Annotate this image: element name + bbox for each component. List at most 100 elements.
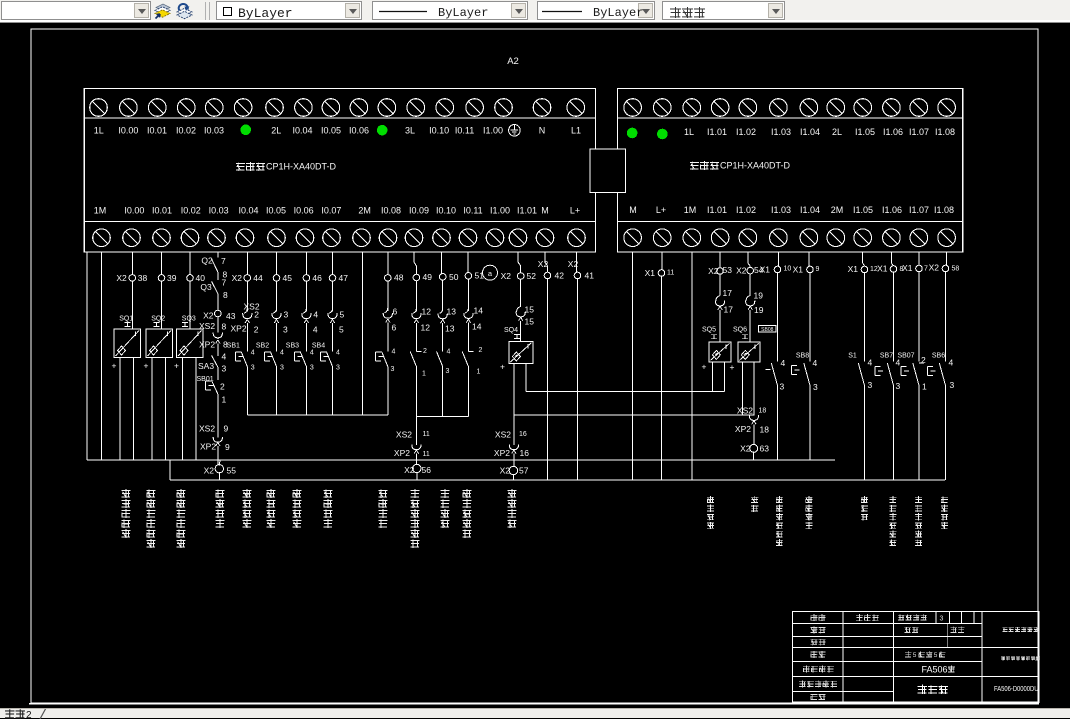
svg-text:I0.04: I0.04 xyxy=(292,126,312,136)
svg-text:19: 19 xyxy=(754,291,764,301)
svg-text:4: 4 xyxy=(313,310,318,320)
svg-text:12: 12 xyxy=(422,307,432,317)
svg-text:X1: X1 xyxy=(645,268,656,278)
svg-text:8: 8 xyxy=(222,322,227,332)
svg-text:I0.01: I0.01 xyxy=(147,126,167,136)
svg-text:2: 2 xyxy=(220,382,225,392)
svg-text:XS2: XS2 xyxy=(737,406,753,416)
svg-text:1L: 1L xyxy=(94,126,104,136)
svg-text:SQ4: SQ4 xyxy=(504,327,518,334)
svg-text:2: 2 xyxy=(254,325,259,335)
svg-text:6: 6 xyxy=(392,323,397,333)
svg-text:1L: 1L xyxy=(684,127,694,137)
svg-text:+: + xyxy=(500,362,505,372)
svg-text:X2: X2 xyxy=(538,259,549,269)
svg-text:X2: X2 xyxy=(568,259,579,269)
svg-text:57: 57 xyxy=(519,466,529,476)
svg-text:14: 14 xyxy=(474,306,484,316)
svg-text:I1.05: I1.05 xyxy=(853,205,873,215)
svg-text:I0.06: I0.06 xyxy=(349,126,369,136)
svg-text:I0.00: I0.00 xyxy=(118,126,138,136)
svg-text:X2: X2 xyxy=(929,263,940,273)
svg-text:CP1H-XA40DT-D: CP1H-XA40DT-D xyxy=(266,162,337,172)
svg-text:+: + xyxy=(112,361,117,371)
svg-text:15: 15 xyxy=(525,305,535,315)
svg-text:7: 7 xyxy=(221,256,226,266)
svg-text:I0.11: I0.11 xyxy=(463,206,482,216)
svg-text:I1.00: I1.00 xyxy=(483,126,503,136)
svg-text:X2: X2 xyxy=(736,266,747,276)
svg-text:X1: X1 xyxy=(760,265,771,275)
svg-text:SB3: SB3 xyxy=(286,343,299,350)
svg-text:3: 3 xyxy=(950,380,955,390)
svg-text:A2: A2 xyxy=(507,56,519,67)
svg-text:11: 11 xyxy=(423,431,430,438)
svg-text:FA506: FA506 xyxy=(922,664,948,674)
svg-text:M: M xyxy=(541,206,549,216)
svg-text:I0.02: I0.02 xyxy=(181,206,201,216)
svg-text:2L: 2L xyxy=(271,126,281,136)
svg-text:13: 13 xyxy=(445,324,455,334)
svg-text:X2: X2 xyxy=(708,266,719,276)
svg-text:1M: 1M xyxy=(684,205,697,215)
svg-text:10: 10 xyxy=(784,266,792,273)
svg-text:X2: X2 xyxy=(501,271,512,281)
svg-text:+: + xyxy=(174,361,179,371)
svg-text:3: 3 xyxy=(780,382,785,392)
svg-text:SQ3: SQ3 xyxy=(182,316,196,323)
svg-text:I1.02: I1.02 xyxy=(736,205,756,215)
svg-text:X2: X2 xyxy=(203,311,214,321)
svg-text:9: 9 xyxy=(224,424,229,434)
svg-text:I0.03: I0.03 xyxy=(204,126,224,136)
svg-text:XP2: XP2 xyxy=(494,448,510,458)
svg-text:XS2: XS2 xyxy=(396,430,412,440)
svg-text:42: 42 xyxy=(555,271,565,281)
svg-text:X2: X2 xyxy=(204,466,215,476)
svg-text:I1.00: I1.00 xyxy=(490,206,510,216)
svg-text:X2: X2 xyxy=(500,466,511,476)
svg-text:CP1H-XA40DT-D: CP1H-XA40DT-D xyxy=(720,161,791,171)
svg-text:SB8: SB8 xyxy=(796,353,809,360)
svg-text:63: 63 xyxy=(760,444,770,454)
svg-text:XS2: XS2 xyxy=(199,321,215,331)
svg-text:16: 16 xyxy=(519,431,527,438)
svg-text:SB01: SB01 xyxy=(197,376,214,383)
svg-text:SB1: SB1 xyxy=(227,343,240,350)
svg-text:4: 4 xyxy=(813,358,818,368)
svg-text:46: 46 xyxy=(312,273,322,283)
svg-text:1: 1 xyxy=(922,382,927,392)
svg-text:SB07: SB07 xyxy=(897,353,914,360)
svg-text:12: 12 xyxy=(421,323,431,333)
svg-text:3: 3 xyxy=(251,365,255,372)
svg-text:I1.06: I1.06 xyxy=(883,127,903,137)
svg-text:XP2: XP2 xyxy=(394,448,410,458)
svg-text:XS2: XS2 xyxy=(244,302,260,312)
svg-text:I1.07: I1.07 xyxy=(909,127,929,137)
svg-text:X2: X2 xyxy=(116,273,127,283)
svg-text:I0.09: I0.09 xyxy=(409,206,429,216)
svg-text:+: + xyxy=(144,361,149,371)
svg-text:XP2: XP2 xyxy=(200,442,216,452)
svg-text:I0.10: I0.10 xyxy=(429,126,449,136)
svg-text:9: 9 xyxy=(816,266,820,273)
svg-text:4: 4 xyxy=(280,350,284,357)
svg-text:XP2: XP2 xyxy=(735,424,751,434)
svg-text:4: 4 xyxy=(336,350,340,357)
svg-text:I1.01: I1.01 xyxy=(707,205,727,215)
svg-text:FA506-D0000DU: FA506-D0000DU xyxy=(994,684,1039,693)
svg-text:4: 4 xyxy=(949,358,954,368)
svg-text:I1.08: I1.08 xyxy=(935,127,955,137)
svg-text:I0.02: I0.02 xyxy=(176,126,196,136)
svg-text:I0.06: I0.06 xyxy=(294,206,314,216)
svg-text:4: 4 xyxy=(868,358,873,368)
svg-text:I0.10: I0.10 xyxy=(436,206,456,216)
svg-text:I1.01: I1.01 xyxy=(707,127,727,137)
svg-text:45: 45 xyxy=(283,273,293,283)
svg-text:16: 16 xyxy=(520,448,530,458)
svg-text:38: 38 xyxy=(138,273,148,283)
svg-text:2: 2 xyxy=(423,348,427,355)
svg-text:3: 3 xyxy=(940,615,944,622)
svg-text:3: 3 xyxy=(310,365,314,372)
svg-text:8: 8 xyxy=(223,290,228,300)
svg-text:43: 43 xyxy=(226,311,236,321)
